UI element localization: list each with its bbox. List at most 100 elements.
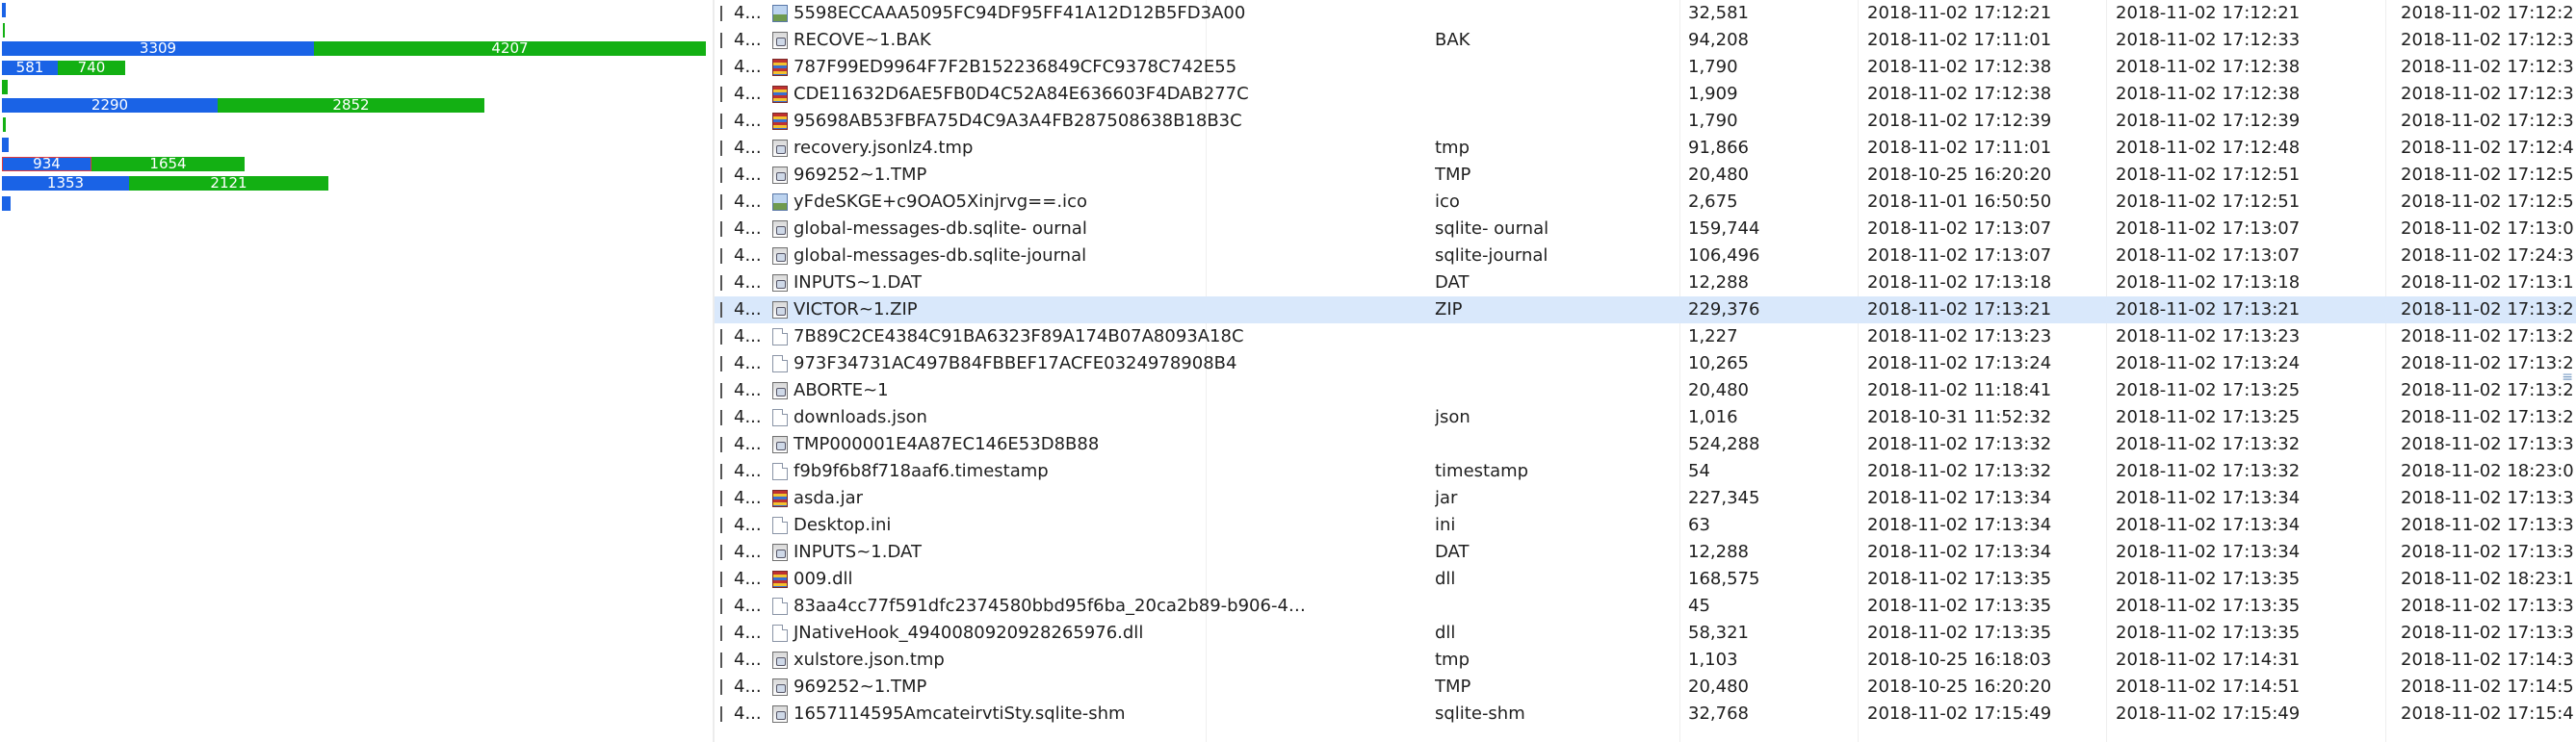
- timeline-bar[interactable]: [0, 138, 713, 152]
- table-row[interactable]: 4... 5598ECCAAA5095FC94DF95FF41A12D12B5FD…: [715, 0, 2576, 27]
- blue-bar-segment[interactable]: [2, 3, 6, 17]
- file-name-cell[interactable]: 5598ECCAAA5095FC94DF95FF41A12D12B5FD3A00: [772, 0, 1523, 27]
- table-row[interactable]: 4... CDE11632D6AE5FB0D4C52A84E636603F4DAB…: [715, 81, 2576, 108]
- blue-bar-segment[interactable]: 3309: [2, 41, 314, 56]
- file-name-cell[interactable]: CDE11632D6AE5FB0D4C52A84E636603F4DAB277C: [772, 81, 1523, 108]
- table-row[interactable]: 4... 009.dll dll 168,575 2018-11-02 17:13:35…: [715, 566, 2576, 593]
- file-name-cell[interactable]: TMP000001E4A87EC146E53D8B88: [772, 431, 1523, 458]
- row-expander-icon[interactable]: [715, 114, 722, 129]
- table-row[interactable]: 4... Desktop.ini ini 63 2018-11-02 17:13:34 2…: [715, 512, 2576, 539]
- file-name-cell[interactable]: INPUTS~1.DAT: [772, 269, 1523, 296]
- table-row[interactable]: 4... downloads.json json 1,016 2018-10-31 11…: [715, 404, 2576, 431]
- table-row[interactable]: 4... xulstore.json.tmp tmp 1,103 2018-10-25 …: [715, 647, 2576, 674]
- timeline-bar[interactable]: 934 1654: [0, 157, 713, 171]
- green-bar-segment[interactable]: 740: [58, 61, 125, 75]
- table-row[interactable]: 4... asda.jar jar 227,345 2018-11-02 17:13:3…: [715, 485, 2576, 512]
- file-name-cell[interactable]: VICTOR~1.ZIP: [772, 296, 1523, 323]
- row-expander-icon[interactable]: [715, 221, 722, 237]
- timeline-bar[interactable]: 3309 4207: [0, 41, 713, 56]
- row-expander-icon[interactable]: [715, 545, 722, 560]
- green-bar-segment[interactable]: [3, 23, 5, 38]
- row-expander-icon[interactable]: [715, 652, 722, 668]
- file-name-cell[interactable]: INPUTS~1.DAT: [772, 539, 1523, 566]
- timeline-bar[interactable]: [0, 23, 713, 38]
- row-expander-icon[interactable]: [715, 706, 722, 722]
- table-row[interactable]: 4... 7B89C2CE4384C91BA6323F89A174B07A8093…: [715, 323, 2576, 350]
- row-expander-icon[interactable]: [715, 194, 722, 210]
- table-row[interactable]: 4... 95698AB53FBFA75D4C9A3A4FB287508638B1…: [715, 108, 2576, 135]
- row-expander-icon[interactable]: [715, 410, 722, 425]
- file-name-cell[interactable]: f9b9f6b8f718aaf6.timestamp: [772, 458, 1523, 485]
- file-name-cell[interactable]: RECOVE~1.BAK: [772, 27, 1523, 54]
- table-row[interactable]: 4... recovery.jsonlz4.tmp tmp 91,866 2018-11…: [715, 135, 2576, 162]
- green-bar-segment[interactable]: 2121: [129, 176, 328, 191]
- timeline-bar[interactable]: [0, 196, 713, 211]
- file-name-cell[interactable]: yFdeSKGE+c9OAO5Xinjrvg==.ico: [772, 189, 1523, 216]
- table-row[interactable]: 4... f9b9f6b8f718aaf6.timestamp timestamp 5…: [715, 458, 2576, 485]
- file-name-cell[interactable]: 973F34731AC497B84FBBEF17ACFE0324978908B4: [772, 350, 1523, 377]
- green-bar-segment[interactable]: [3, 117, 6, 132]
- table-row[interactable]: 4... yFdeSKGE+c9OAO5Xinjrvg==.ico ico 2,675…: [715, 189, 2576, 216]
- blue-bar-segment[interactable]: [2, 196, 11, 211]
- file-name-cell[interactable]: 009.dll: [772, 566, 1523, 593]
- file-name-cell[interactable]: ABORTE~1: [772, 377, 1523, 404]
- row-expander-icon[interactable]: [715, 141, 722, 156]
- timeline-bar[interactable]: [0, 3, 713, 17]
- row-expander-icon[interactable]: [715, 302, 722, 318]
- file-name-cell[interactable]: xulstore.json.tmp: [772, 647, 1523, 674]
- file-name-cell[interactable]: 787F99ED9964F7F2B152236849CFC9378C742E55: [772, 54, 1523, 81]
- table-row[interactable]: 4... global-messages-db.sqlite-journal sql…: [715, 243, 2576, 269]
- blue-bar-segment[interactable]: 2290: [2, 98, 218, 113]
- table-row[interactable]: 4... JNativeHook_4940080920928265976.dll d…: [715, 620, 2576, 647]
- file-name-cell[interactable]: 83aa4cc77f591dfc2374580bbd95f6ba_20ca2b8…: [772, 593, 1523, 620]
- file-name-cell[interactable]: 95698AB53FBFA75D4C9A3A4FB287508638B18B3C: [772, 108, 1523, 135]
- row-expander-icon[interactable]: [715, 626, 722, 641]
- table-row[interactable]: 4... INPUTS~1.DAT DAT 12,288 2018-11-02 17:1…: [715, 269, 2576, 296]
- row-expander-icon[interactable]: [715, 572, 722, 587]
- table-row[interactable]: 4... 787F99ED9964F7F2B152236849CFC9378C74…: [715, 54, 2576, 81]
- table-row[interactable]: 4... VICTOR~1.ZIP ZIP 229,376 2018-11-02 17:…: [715, 296, 2576, 323]
- blue-bar-segment[interactable]: 581: [2, 61, 58, 75]
- row-expander-icon[interactable]: [715, 248, 722, 264]
- table-row[interactable]: 4... 969252~1.TMP TMP 20,480 2018-10-25 16:2…: [715, 162, 2576, 189]
- timeline-bar[interactable]: 581 740: [0, 61, 713, 75]
- file-name-cell[interactable]: global-messages-db.sqlite-journal: [772, 243, 1523, 269]
- timeline-bar[interactable]: [0, 80, 713, 94]
- file-name-cell[interactable]: recovery.jsonlz4.tmp: [772, 135, 1523, 162]
- table-row[interactable]: 4... global-messages-db.sqlite- ournal sql…: [715, 216, 2576, 243]
- row-expander-icon[interactable]: [715, 6, 722, 21]
- file-name-cell[interactable]: 969252~1.TMP: [772, 674, 1523, 701]
- file-name-cell[interactable]: downloads.json: [772, 404, 1523, 431]
- table-row[interactable]: 4... ABORTE~1 20,480 2018-11-02 11:18:41 201…: [715, 377, 2576, 404]
- blue-bar-segment[interactable]: [2, 138, 9, 152]
- table-row[interactable]: 4... 969252~1.TMP TMP 20,480 2018-10-25 16:2…: [715, 674, 2576, 701]
- timeline-bar[interactable]: 1353 2121: [0, 176, 713, 191]
- file-name-cell[interactable]: 1657114595AmcateirvtiSty.sqlite-shm: [772, 701, 1523, 728]
- green-bar-segment[interactable]: 2852: [218, 98, 484, 113]
- row-expander-icon[interactable]: [715, 60, 722, 75]
- row-expander-icon[interactable]: [715, 87, 722, 102]
- blue-bar-segment[interactable]: 934: [2, 157, 91, 171]
- file-name-cell[interactable]: JNativeHook_4940080920928265976.dll: [772, 620, 1523, 647]
- row-expander-icon[interactable]: [715, 167, 722, 183]
- green-bar-segment[interactable]: 4207: [314, 41, 706, 56]
- row-expander-icon[interactable]: [715, 275, 722, 291]
- timeline-bar[interactable]: 2290 2852: [0, 98, 713, 113]
- row-expander-icon[interactable]: [715, 33, 722, 48]
- green-bar-segment[interactable]: [2, 80, 8, 94]
- blue-bar-segment[interactable]: 1353: [2, 176, 129, 191]
- table-row[interactable]: 4... 973F34731AC497B84FBBEF17ACFE03249789…: [715, 350, 2576, 377]
- file-name-cell[interactable]: 969252~1.TMP: [772, 162, 1523, 189]
- file-name-cell[interactable]: asda.jar: [772, 485, 1523, 512]
- row-expander-icon[interactable]: [715, 491, 722, 506]
- row-expander-icon[interactable]: [715, 356, 722, 371]
- row-expander-icon[interactable]: [715, 464, 722, 479]
- row-expander-icon[interactable]: [715, 329, 722, 345]
- table-row[interactable]: 4... 83aa4cc77f591dfc2374580bbd95f6ba_20c…: [715, 593, 2576, 620]
- green-bar-segment[interactable]: 1654: [91, 157, 245, 171]
- table-row[interactable]: 4... TMP000001E4A87EC146E53D8B88 524,288 20…: [715, 431, 2576, 458]
- row-expander-icon[interactable]: [715, 679, 722, 695]
- file-name-cell[interactable]: global-messages-db.sqlite- ournal: [772, 216, 1523, 243]
- file-name-cell[interactable]: Desktop.ini: [772, 512, 1523, 539]
- row-expander-icon[interactable]: [715, 599, 722, 614]
